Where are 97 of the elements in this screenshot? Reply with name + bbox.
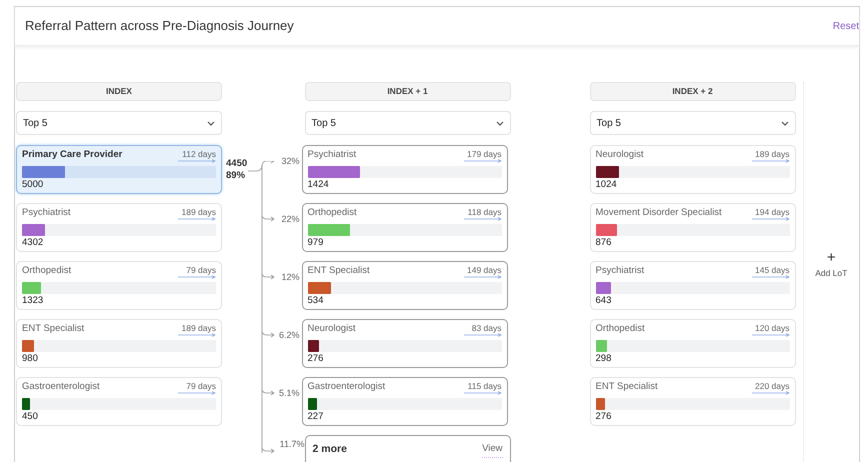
provider-name: ENT Specialist: [308, 265, 370, 277]
chevron-down-icon: [207, 120, 215, 126]
provider-card[interactable]: Movement Disorder Specialist 194 days 876: [590, 203, 796, 252]
count-value: 1323: [22, 294, 44, 307]
column-header: INDEX + 2: [590, 82, 796, 101]
arrow-icon: [752, 333, 790, 337]
top-dropdown[interactable]: Top 5: [16, 111, 222, 135]
provider-card[interactable]: Psychiatrist 145 days 643: [590, 261, 796, 310]
count-value: 298: [596, 352, 612, 365]
top-dropdown[interactable]: Top 5: [304, 111, 511, 135]
branch-percent: 6.2%: [278, 329, 301, 342]
provider-name: Psychiatrist: [308, 149, 356, 161]
count-value: 643: [596, 294, 612, 307]
days-label: 179 days: [467, 149, 502, 159]
count-value: 227: [308, 410, 324, 423]
arrow-icon: [464, 159, 502, 163]
days-label: 83 days: [472, 323, 502, 333]
branch-percent: 11.7%: [278, 438, 305, 451]
arrow-icon: [178, 333, 216, 337]
count-value: 276: [596, 410, 612, 423]
count-value: 4302: [22, 236, 44, 249]
chevron-down-icon: [780, 120, 789, 126]
arrow-icon: [178, 391, 216, 395]
days-label: 189 days: [182, 207, 216, 217]
provider-name: Neurologist: [596, 149, 644, 161]
arrow-icon: [464, 333, 502, 337]
provider-card[interactable]: Orthopedist 120 days 298: [590, 319, 796, 368]
arrow-icon: [752, 391, 790, 395]
days-label: 120 days: [755, 323, 790, 333]
add-lot-button[interactable]: + Add LoT: [802, 82, 859, 462]
arrow-icon: [178, 217, 216, 221]
column-header: INDEX: [16, 82, 222, 101]
days-label: 145 days: [755, 265, 790, 275]
provider-card[interactable]: Gastroenterologist 115 days 227: [302, 377, 508, 426]
branch-percent: 22%: [280, 213, 301, 226]
referral-share: 89%: [226, 170, 246, 182]
arrow-icon: [464, 275, 502, 279]
arrow-icon: [464, 217, 502, 221]
provider-name: Orthopedist: [22, 265, 72, 277]
more-label: 2 more: [312, 442, 347, 458]
provider-card[interactable]: Primary Care Provider 112 days 5000: [16, 145, 222, 194]
provider-card[interactable]: Neurologist 189 days 1024: [590, 145, 796, 194]
provider-name: Orthopedist: [308, 207, 357, 219]
provider-name: Movement Disorder Specialist: [596, 207, 722, 219]
provider-card[interactable]: Neurologist 83 days 276: [302, 319, 508, 368]
count-value: 980: [22, 352, 39, 365]
count-value: 1024: [596, 178, 618, 191]
arrow-icon: [178, 159, 216, 163]
arrow-icon: [178, 275, 216, 279]
arrow-icon: [752, 217, 790, 221]
provider-card[interactable]: ENT Specialist 220 days 276: [590, 377, 796, 426]
provider-name: Psychiatrist: [22, 207, 71, 219]
days-label: 149 days: [467, 265, 502, 275]
days-label: 118 days: [468, 207, 502, 217]
provider-card[interactable]: Psychiatrist 189 days 4302: [16, 203, 222, 252]
provider-card[interactable]: ENT Specialist 189 days 980: [16, 319, 222, 368]
count-value: 276: [308, 352, 324, 365]
provider-name: ENT Specialist: [596, 381, 658, 393]
provider-name: Orthopedist: [596, 323, 645, 335]
branch-percent: 12%: [280, 271, 301, 284]
column-header: INDEX + 1: [304, 82, 511, 101]
count-value: 1424: [308, 178, 330, 191]
provider-name: Gastroenterologist: [22, 381, 100, 393]
days-label: 189 days: [182, 323, 216, 333]
count-value: 450: [22, 410, 39, 423]
provider-name: Primary Care Provider: [22, 149, 122, 161]
days-label: 220 days: [755, 381, 790, 391]
days-label: 79 days: [186, 381, 216, 391]
reset-link[interactable]: Reset: [832, 18, 859, 34]
count-value: 534: [308, 294, 324, 307]
provider-card[interactable]: Orthopedist 79 days 1323: [16, 261, 222, 310]
arrow-icon: [752, 275, 790, 279]
referral-count: 4450: [226, 158, 248, 170]
arrow-icon: [464, 391, 502, 395]
days-label: 189 days: [755, 149, 790, 159]
count-value: 876: [596, 236, 612, 249]
provider-card[interactable]: Psychiatrist 179 days 1424: [302, 145, 508, 194]
arrow-icon: [752, 159, 790, 163]
provider-name: Gastroenterologist: [308, 381, 386, 393]
days-label: 112 days: [182, 149, 216, 159]
branch-percent: 5.1%: [278, 387, 301, 400]
provider-card[interactable]: Gastroenterologist 79 days 450: [16, 377, 222, 426]
provider-name: Psychiatrist: [596, 265, 644, 277]
page-title: Referral Pattern across Pre-Diagnosis Journey: [25, 17, 294, 36]
provider-card[interactable]: ENT Specialist 149 days 534: [302, 261, 508, 310]
provider-card[interactable]: Orthopedist 118 days 979: [302, 203, 508, 252]
count-value: 5000: [22, 178, 44, 191]
chevron-down-icon: [496, 120, 504, 126]
count-value: 979: [308, 236, 324, 249]
days-label: 79 days: [186, 265, 216, 275]
branch-percent: 32%: [280, 155, 301, 168]
days-label: 194 days: [755, 207, 790, 217]
view-link[interactable]: View: [482, 442, 503, 458]
provider-name: Neurologist: [308, 323, 356, 335]
days-label: 115 days: [468, 381, 502, 391]
provider-name: ENT Specialist: [22, 323, 84, 335]
top-dropdown[interactable]: Top 5: [590, 111, 796, 135]
